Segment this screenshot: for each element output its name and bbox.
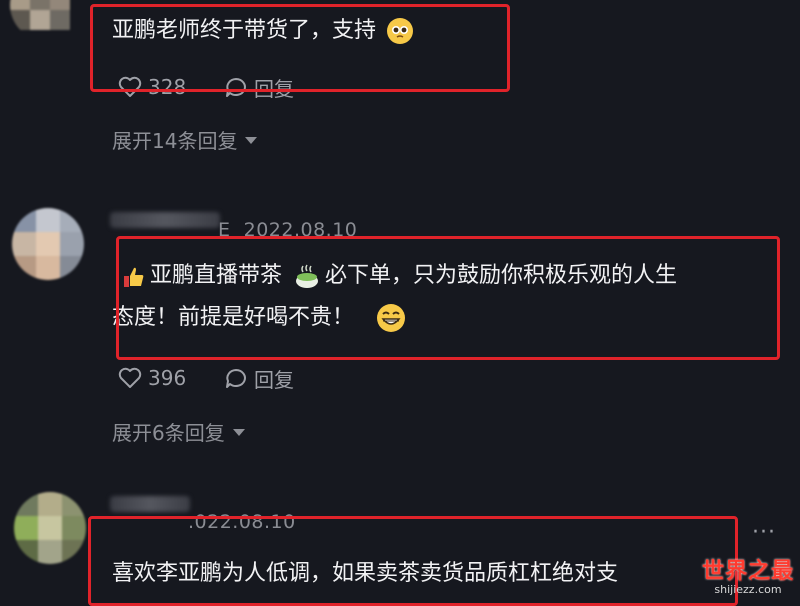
expand-replies-button[interactable]: 展开6条回复 [112,417,245,446]
avatar[interactable] [12,208,84,280]
highlight-box [88,516,738,606]
watermark-logo: 世界之最 shijiezz.com [701,559,794,596]
chevron-down-icon [232,429,245,436]
avatar[interactable] [14,492,86,564]
expand-replies-button[interactable]: 展开14条回复 [112,125,258,154]
more-options-icon[interactable]: ··· [752,520,776,545]
username[interactable] [110,496,190,512]
heart-icon [118,367,142,388]
avatar[interactable] [10,0,80,40]
username[interactable] [110,212,220,228]
expand-label: 展开14条回复 [112,129,238,153]
highlight-box [116,236,780,360]
like-count: 396 [148,366,187,390]
highlight-box [90,4,510,92]
reply-button[interactable]: 回复 [224,364,294,392]
chevron-down-icon [245,137,258,144]
reply-label: 回复 [254,367,294,392]
reply-icon [226,369,246,388]
expand-label: 展开6条回复 [112,421,225,445]
like-button[interactable]: 396 [118,364,186,392]
